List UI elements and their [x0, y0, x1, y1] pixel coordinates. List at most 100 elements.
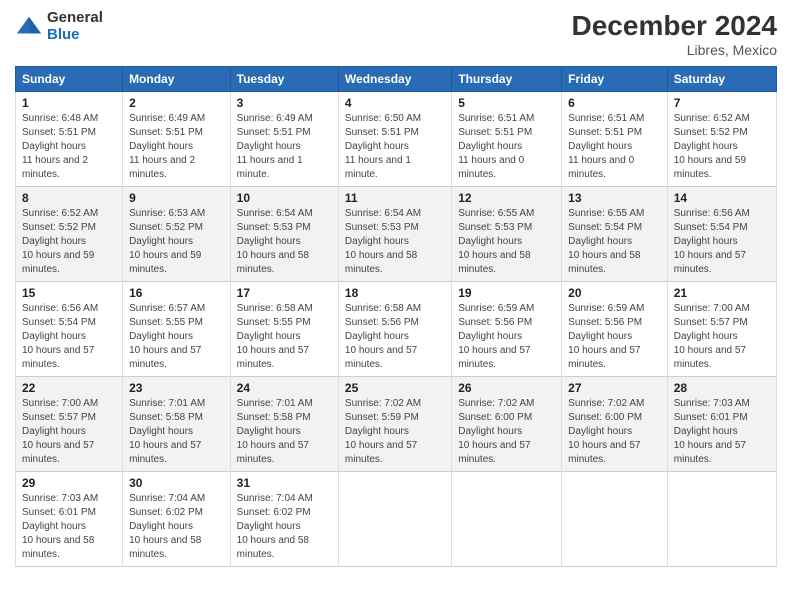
sunset-label: Sunset: 5:53 PM: [237, 222, 311, 233]
sunrise-label: Sunrise: 6:49 AM: [129, 113, 205, 124]
day-number: 4: [345, 96, 445, 110]
day-info: Sunrise: 6:58 AM Sunset: 5:56 PM Dayligh…: [345, 302, 445, 372]
day-info: Sunrise: 6:55 AM Sunset: 5:53 PM Dayligh…: [458, 207, 555, 277]
header-thursday: Thursday: [452, 67, 562, 92]
daylight-value: 10 hours and 57 minutes.: [458, 440, 530, 465]
day-info: Sunrise: 6:52 AM Sunset: 5:52 PM Dayligh…: [674, 112, 770, 182]
sunset-label: Sunset: 5:54 PM: [674, 222, 748, 233]
day-info: Sunrise: 7:04 AM Sunset: 6:02 PM Dayligh…: [237, 492, 332, 562]
daylight-value: 11 hours and 0 minutes.: [458, 155, 524, 180]
daylight-label: Daylight hours: [237, 521, 301, 532]
daylight-label: Daylight hours: [237, 426, 301, 437]
sunrise-label: Sunrise: 6:53 AM: [129, 208, 205, 219]
day-number: 15: [22, 286, 116, 300]
sunrise-label: Sunrise: 6:59 AM: [568, 303, 644, 314]
daylight-label: Daylight hours: [568, 331, 632, 342]
day-number: 10: [237, 191, 332, 205]
sunset-label: Sunset: 5:51 PM: [129, 127, 203, 138]
daylight-value: 10 hours and 58 minutes.: [345, 250, 417, 275]
daylight-label: Daylight hours: [129, 426, 193, 437]
calendar-cell: 20 Sunrise: 6:59 AM Sunset: 5:56 PM Dayl…: [562, 282, 668, 377]
sunrise-label: Sunrise: 6:56 AM: [674, 208, 750, 219]
daylight-label: Daylight hours: [458, 141, 522, 152]
day-info: Sunrise: 6:59 AM Sunset: 5:56 PM Dayligh…: [568, 302, 661, 372]
day-info: Sunrise: 7:01 AM Sunset: 5:58 PM Dayligh…: [237, 397, 332, 467]
day-info: Sunrise: 6:54 AM Sunset: 5:53 PM Dayligh…: [345, 207, 445, 277]
header: General Blue December 2024 Libres, Mexic…: [15, 10, 777, 58]
calendar-cell: 10 Sunrise: 6:54 AM Sunset: 5:53 PM Dayl…: [230, 187, 338, 282]
daylight-value: 10 hours and 57 minutes.: [568, 440, 640, 465]
day-number: 23: [129, 381, 224, 395]
calendar-cell: 30 Sunrise: 7:04 AM Sunset: 6:02 PM Dayl…: [123, 472, 231, 567]
day-number: 3: [237, 96, 332, 110]
day-number: 2: [129, 96, 224, 110]
daylight-value: 10 hours and 57 minutes.: [674, 345, 746, 370]
day-number: 16: [129, 286, 224, 300]
daylight-label: Daylight hours: [129, 236, 193, 247]
sunrise-label: Sunrise: 6:52 AM: [22, 208, 98, 219]
daylight-value: 10 hours and 59 minutes.: [129, 250, 201, 275]
daylight-value: 10 hours and 58 minutes.: [237, 250, 309, 275]
calendar-cell: 18 Sunrise: 6:58 AM Sunset: 5:56 PM Dayl…: [338, 282, 451, 377]
day-info: Sunrise: 6:56 AM Sunset: 5:54 PM Dayligh…: [674, 207, 770, 277]
sunrise-label: Sunrise: 7:00 AM: [22, 398, 98, 409]
daylight-label: Daylight hours: [568, 426, 632, 437]
calendar-cell: 24 Sunrise: 7:01 AM Sunset: 5:58 PM Dayl…: [230, 377, 338, 472]
daylight-label: Daylight hours: [22, 141, 86, 152]
daylight-label: Daylight hours: [674, 331, 738, 342]
daylight-label: Daylight hours: [237, 236, 301, 247]
daylight-label: Daylight hours: [674, 141, 738, 152]
daylight-label: Daylight hours: [458, 426, 522, 437]
calendar-cell: 9 Sunrise: 6:53 AM Sunset: 5:52 PM Dayli…: [123, 187, 231, 282]
sunset-label: Sunset: 6:02 PM: [129, 507, 203, 518]
day-number: 11: [345, 191, 445, 205]
daylight-value: 10 hours and 59 minutes.: [674, 155, 746, 180]
daylight-label: Daylight hours: [22, 521, 86, 532]
day-number: 1: [22, 96, 116, 110]
calendar-cell: 5 Sunrise: 6:51 AM Sunset: 5:51 PM Dayli…: [452, 92, 562, 187]
calendar-table: Sunday Monday Tuesday Wednesday Thursday…: [15, 66, 777, 567]
daylight-label: Daylight hours: [129, 331, 193, 342]
day-info: Sunrise: 6:56 AM Sunset: 5:54 PM Dayligh…: [22, 302, 116, 372]
calendar-cell: 19 Sunrise: 6:59 AM Sunset: 5:56 PM Dayl…: [452, 282, 562, 377]
calendar-cell: 23 Sunrise: 7:01 AM Sunset: 5:58 PM Dayl…: [123, 377, 231, 472]
day-number: 24: [237, 381, 332, 395]
day-info: Sunrise: 7:00 AM Sunset: 5:57 PM Dayligh…: [22, 397, 116, 467]
sunset-label: Sunset: 5:59 PM: [345, 412, 419, 423]
day-info: Sunrise: 6:49 AM Sunset: 5:51 PM Dayligh…: [129, 112, 224, 182]
header-monday: Monday: [123, 67, 231, 92]
sunrise-label: Sunrise: 6:59 AM: [458, 303, 534, 314]
day-number: 21: [674, 286, 770, 300]
sunset-label: Sunset: 5:51 PM: [345, 127, 419, 138]
day-info: Sunrise: 6:48 AM Sunset: 5:51 PM Dayligh…: [22, 112, 116, 182]
title-month: December 2024: [572, 10, 777, 42]
title-location: Libres, Mexico: [572, 42, 777, 58]
day-number: 7: [674, 96, 770, 110]
calendar-cell: [338, 472, 451, 567]
calendar-cell: 15 Sunrise: 6:56 AM Sunset: 5:54 PM Dayl…: [16, 282, 123, 377]
day-number: 9: [129, 191, 224, 205]
daylight-value: 10 hours and 57 minutes.: [22, 345, 94, 370]
day-info: Sunrise: 7:00 AM Sunset: 5:57 PM Dayligh…: [674, 302, 770, 372]
day-info: Sunrise: 6:51 AM Sunset: 5:51 PM Dayligh…: [458, 112, 555, 182]
calendar-cell: [452, 472, 562, 567]
sunrise-label: Sunrise: 6:49 AM: [237, 113, 313, 124]
day-number: 28: [674, 381, 770, 395]
day-info: Sunrise: 7:04 AM Sunset: 6:02 PM Dayligh…: [129, 492, 224, 562]
sunset-label: Sunset: 5:51 PM: [458, 127, 532, 138]
day-number: 12: [458, 191, 555, 205]
day-info: Sunrise: 7:03 AM Sunset: 6:01 PM Dayligh…: [674, 397, 770, 467]
sunset-label: Sunset: 5:58 PM: [237, 412, 311, 423]
day-info: Sunrise: 7:01 AM Sunset: 5:58 PM Dayligh…: [129, 397, 224, 467]
daylight-value: 10 hours and 58 minutes.: [237, 535, 309, 560]
daylight-label: Daylight hours: [458, 236, 522, 247]
day-number: 27: [568, 381, 661, 395]
daylight-value: 10 hours and 58 minutes.: [568, 250, 640, 275]
calendar-cell: 1 Sunrise: 6:48 AM Sunset: 5:51 PM Dayli…: [16, 92, 123, 187]
daylight-label: Daylight hours: [568, 141, 632, 152]
daylight-value: 10 hours and 58 minutes.: [458, 250, 530, 275]
day-number: 26: [458, 381, 555, 395]
daylight-label: Daylight hours: [345, 426, 409, 437]
sunset-label: Sunset: 5:56 PM: [345, 317, 419, 328]
day-info: Sunrise: 7:02 AM Sunset: 6:00 PM Dayligh…: [458, 397, 555, 467]
